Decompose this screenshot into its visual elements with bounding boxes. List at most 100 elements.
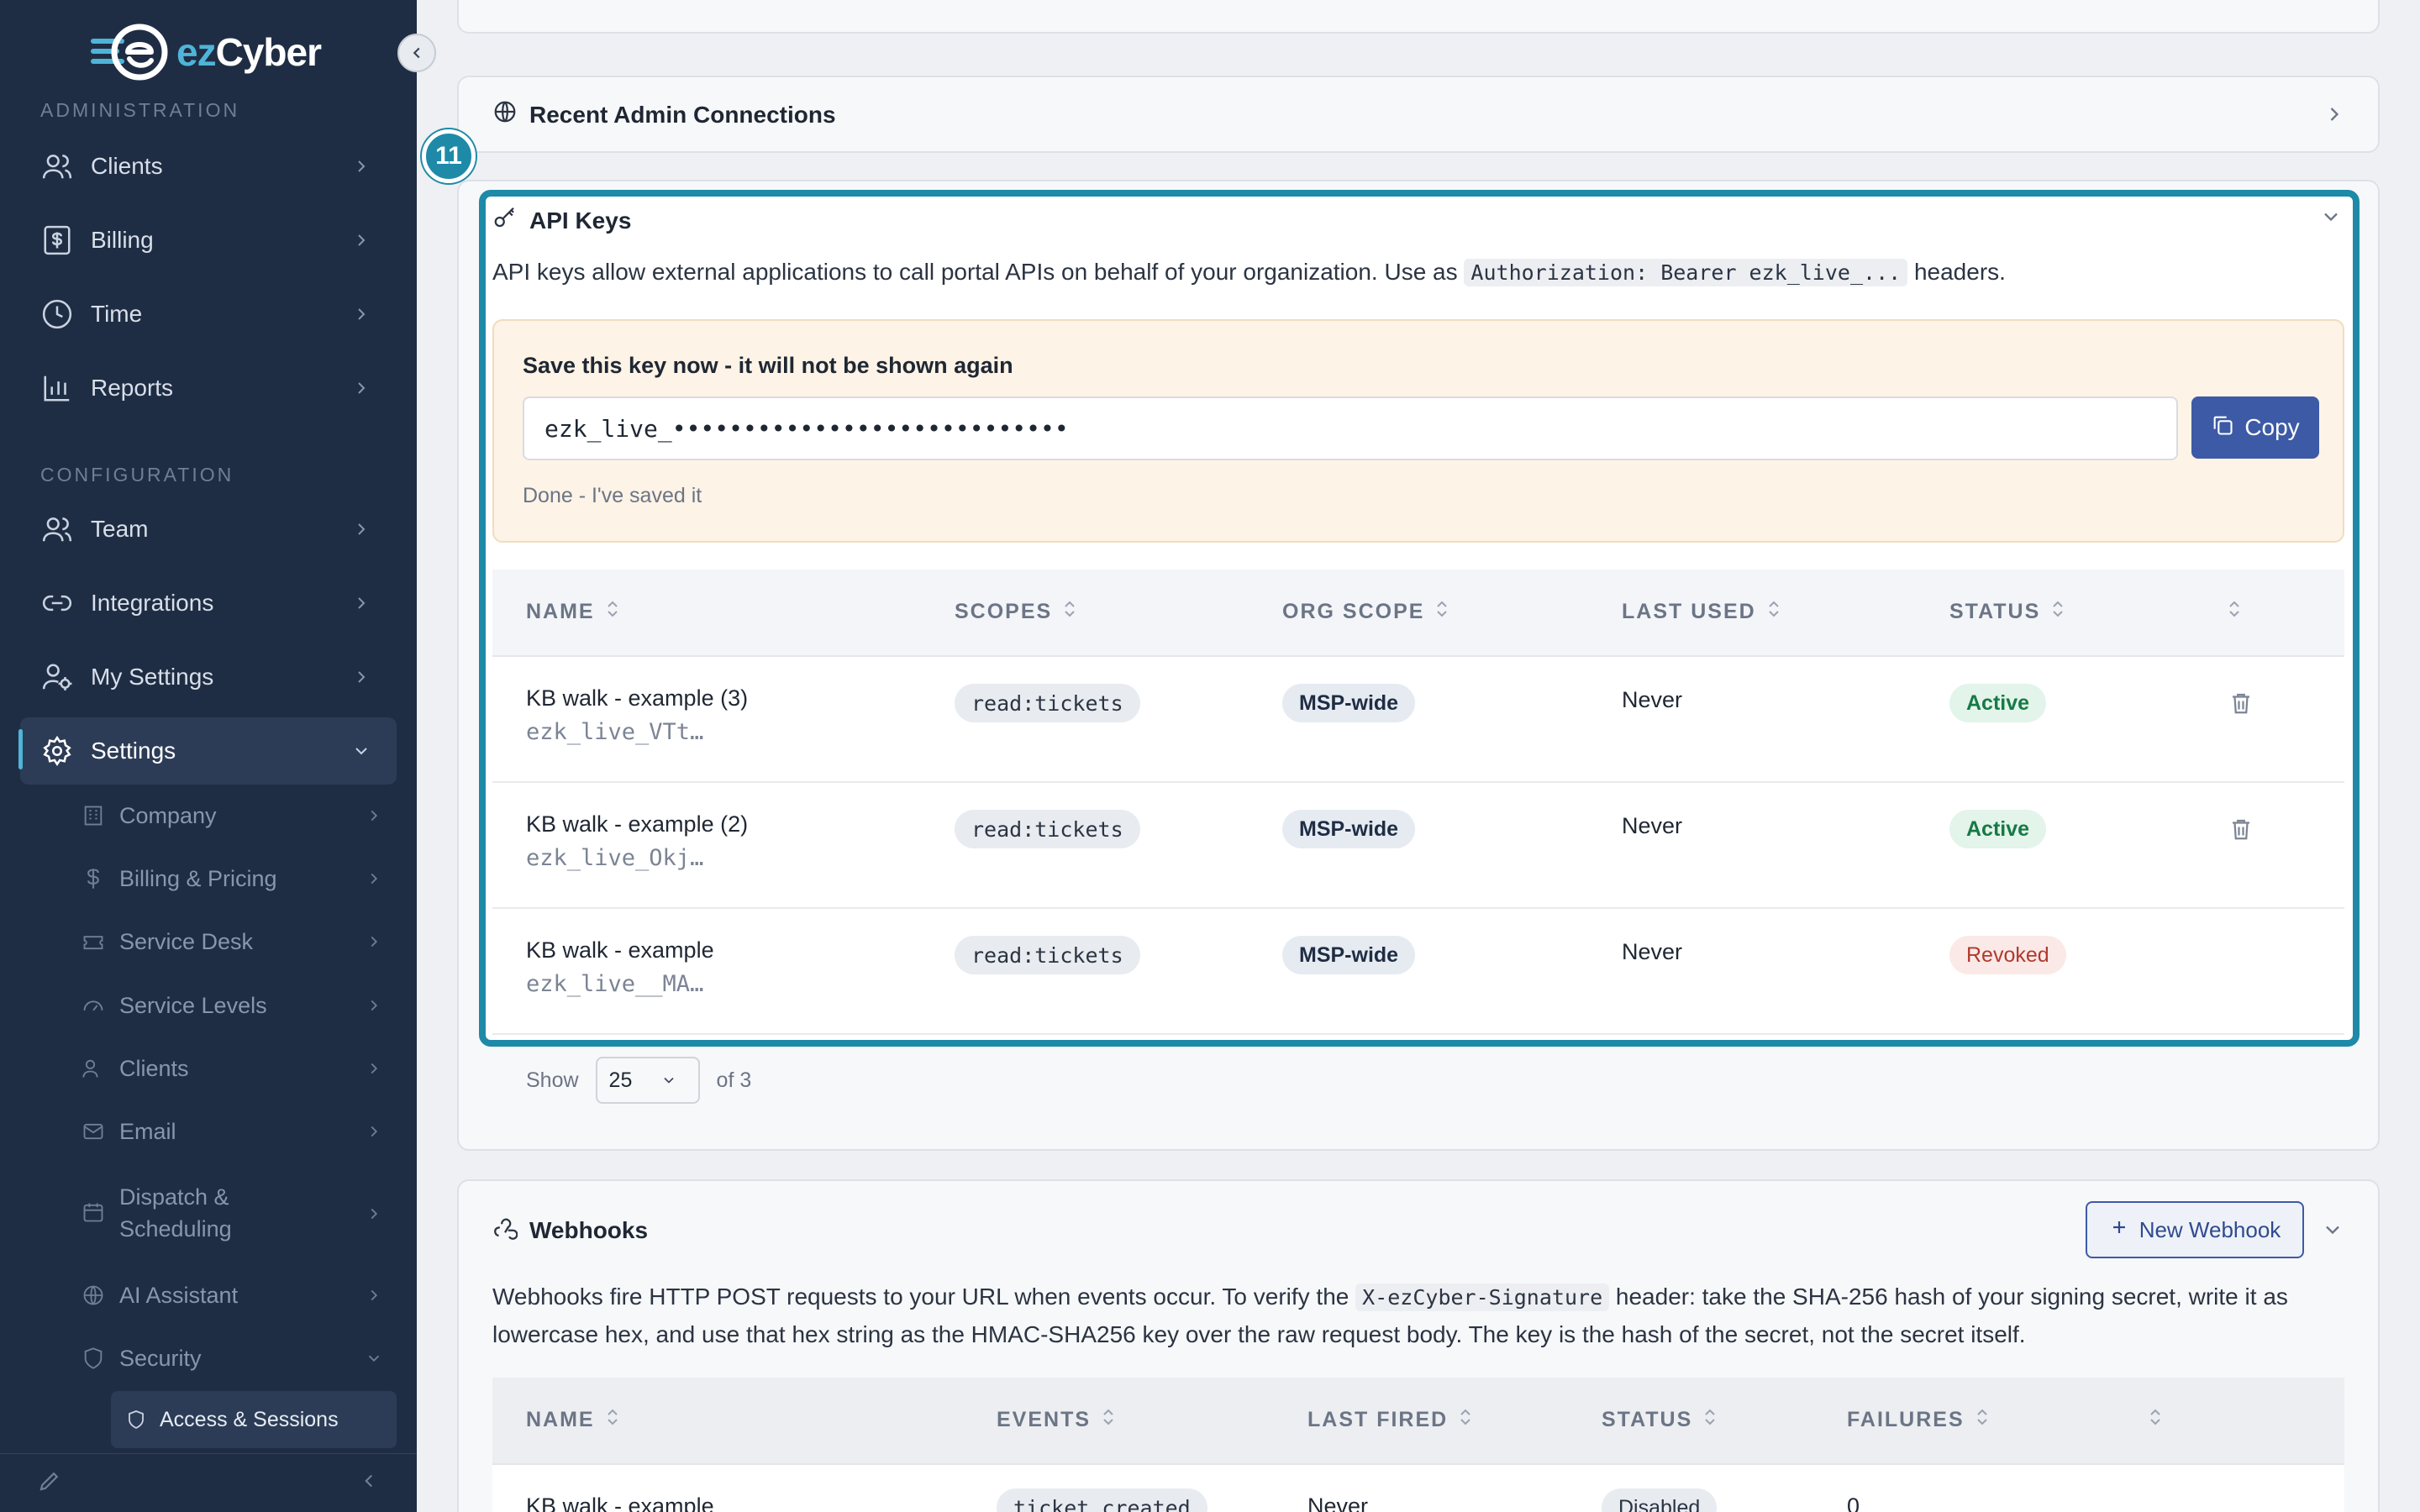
done-saved-link[interactable]: Done - I've saved it	[523, 484, 702, 508]
chevron-right-icon	[358, 308, 366, 320]
sidebar-item-reports[interactable]: Reports	[20, 354, 397, 422]
key-name: KB walk - example (3)	[526, 685, 749, 711]
column-header-status[interactable]: STATUS	[1949, 600, 2065, 624]
sidebar-item-my-settings[interactable]: My Settings	[20, 643, 397, 711]
sort-icon	[1101, 1408, 1116, 1432]
recent-admin-connections-card[interactable]: Recent Admin Connections	[457, 76, 2380, 153]
scope-chip: read:tickets	[955, 936, 1140, 974]
sort-icon	[2148, 1408, 2163, 1432]
auth-header-code: Authorization: Bearer ezk_live_...	[1464, 259, 1908, 286]
trash-icon[interactable]	[2228, 816, 2254, 842]
table-row[interactable]: KB walk - example (2) ezk_live_Okj… read…	[492, 783, 2344, 909]
sidebar-subitem-security[interactable]: Security	[81, 1342, 392, 1374]
chevron-right-icon	[358, 234, 366, 246]
copy-button[interactable]: Copy	[2191, 396, 2319, 459]
logo-mark-icon	[91, 20, 171, 84]
column-header-failures[interactable]: FAILURES	[1847, 1408, 1990, 1432]
globe-icon	[81, 1283, 106, 1308]
key-prefix: ezk_live_VTt…	[526, 719, 704, 745]
column-header-last-used[interactable]: LAST USED	[1622, 600, 1781, 624]
sort-icon	[2050, 600, 2065, 624]
column-header-name[interactable]: NAME	[526, 1408, 620, 1432]
active-indicator	[18, 729, 23, 769]
sidebar-item-time[interactable]: Time	[20, 281, 397, 348]
webhook-icon	[492, 1215, 518, 1246]
org-scope-chip: MSP-wide	[1282, 810, 1416, 848]
last-used: Never	[1622, 939, 1683, 964]
column-header-status[interactable]: STATUS	[1602, 1408, 1718, 1432]
chevron-left-icon	[413, 47, 420, 59]
sidebar-subitem-access-sessions[interactable]: Access & Sessions	[111, 1391, 397, 1448]
chevron-right-icon[interactable]	[2323, 102, 2346, 130]
api-keys-description: API keys allow external applications to …	[492, 259, 2006, 286]
sidebar-footer	[0, 1453, 417, 1512]
pagination: Show 25 of 3	[526, 1055, 751, 1105]
sidebar-subitem-company[interactable]: Company	[81, 800, 392, 832]
column-header-name[interactable]: NAME	[526, 600, 620, 624]
column-header-last-fired[interactable]: LAST FIRED	[1307, 1408, 1473, 1432]
chevron-right-icon	[371, 873, 378, 885]
sidebar-subitem-billing-pricing[interactable]: Billing & Pricing	[81, 863, 392, 895]
users-icon	[81, 1056, 106, 1081]
gear-icon	[40, 734, 74, 768]
chevron-down-icon[interactable]	[2319, 205, 2343, 233]
status-badge: Revoked	[1949, 936, 2066, 974]
sidebar-item-billing[interactable]: Billing	[20, 207, 397, 274]
sidebar-item-integrations[interactable]: Integrations	[20, 570, 397, 637]
key-name: KB walk - example (2)	[526, 811, 749, 837]
sort-icon	[605, 600, 620, 624]
table-row[interactable]: KB walk - example (3) ezk_live_VTt… read…	[492, 657, 2344, 783]
chevron-down-icon[interactable]	[2321, 1218, 2344, 1246]
shield-icon	[81, 1346, 106, 1371]
page-size-select[interactable]: 25	[595, 1057, 700, 1104]
pencil-icon[interactable]	[37, 1468, 62, 1498]
new-webhook-button[interactable]: New Webhook	[2086, 1201, 2304, 1258]
status-badge: Active	[1949, 810, 2047, 848]
table-row[interactable]: KB walk - example ezk_live__MA… read:tic…	[492, 909, 2344, 1035]
trash-icon[interactable]	[2228, 690, 2254, 716]
new-key-field[interactable]: ezk_live_••••••••••••••••••••••••••••	[523, 396, 2178, 460]
signature-header-code: X-ezCyber-Signature	[1355, 1284, 1610, 1311]
sort-icon	[1434, 600, 1449, 624]
previous-card	[457, 0, 2380, 34]
sidebar-subitem-clients[interactable]: Clients	[81, 1053, 392, 1084]
dollar-icon	[81, 866, 106, 891]
status-badge: Disabled	[1602, 1488, 1718, 1512]
chevron-right-icon	[371, 1208, 378, 1220]
sidebar-subitem-dispatch-scheduling[interactable]: Dispatch & Scheduling	[81, 1181, 392, 1245]
webhooks-description: Webhooks fire HTTP POST requests to your…	[492, 1284, 2288, 1347]
sidebar-subitem-service-levels[interactable]: Service Levels	[81, 990, 392, 1021]
chevron-left-icon[interactable]	[358, 1470, 380, 1496]
logo[interactable]: ezCyber	[91, 20, 322, 84]
chevron-right-icon	[371, 936, 378, 948]
webhooks-title: Webhooks	[529, 1216, 649, 1243]
sidebar-item-team[interactable]: Team	[20, 496, 397, 563]
column-header-events[interactable]: EVENTS	[997, 1408, 1116, 1432]
chevron-right-icon	[371, 1289, 378, 1301]
users-icon	[40, 150, 74, 183]
sidebar-subitem-email[interactable]: Email	[81, 1116, 392, 1147]
table-row[interactable]: KB walk - example ticket.created Never D…	[492, 1465, 2344, 1512]
sidebar-item-settings[interactable]: Settings	[20, 717, 397, 785]
last-used: Never	[1622, 813, 1683, 838]
column-header-actions[interactable]	[2148, 1408, 2163, 1432]
sidebar-item-clients[interactable]: Clients	[20, 133, 397, 200]
column-header-actions[interactable]	[2227, 600, 2242, 624]
building-icon	[81, 803, 106, 828]
sort-icon	[605, 1408, 620, 1432]
globe-icon	[492, 99, 518, 130]
chevron-down-icon	[355, 748, 367, 755]
sidebar-subitem-ai-assistant[interactable]: AI Assistant	[81, 1279, 392, 1311]
sidebar-subitem-service-desk[interactable]: Service Desk	[81, 926, 392, 958]
sidebar-collapse-button[interactable]	[397, 34, 436, 72]
chevron-right-icon	[358, 523, 366, 535]
column-header-org-scope[interactable]: ORG SCOPE	[1282, 600, 1449, 624]
bar-chart-icon	[40, 371, 74, 405]
chevron-down-icon	[368, 1355, 380, 1362]
recent-admin-connections-header: Recent Admin Connections	[492, 99, 836, 130]
api-keys-header: API Keys	[492, 205, 631, 236]
status-badge: Active	[1949, 684, 2047, 722]
logo-text: ezCyber	[176, 30, 322, 74]
webhook-name: KB walk - example	[526, 1494, 714, 1512]
column-header-scopes[interactable]: SCOPES	[955, 600, 1077, 624]
